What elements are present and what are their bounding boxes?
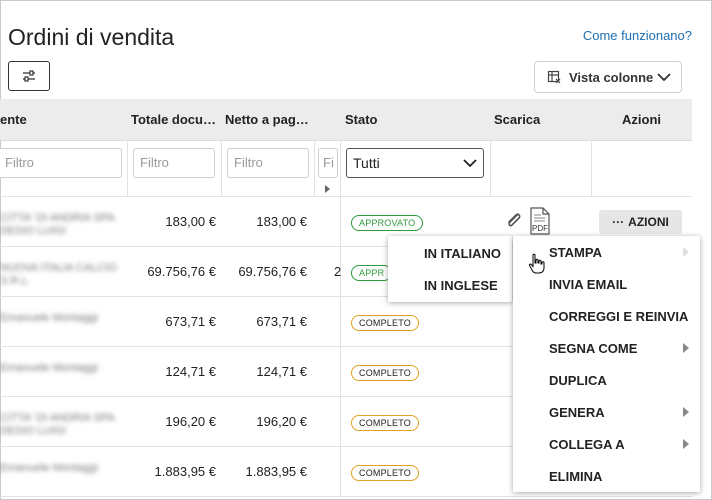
netto-a-pagare-value: 1.883,95 € bbox=[245, 464, 307, 479]
client-name: Emanuele Montaggi bbox=[0, 312, 98, 324]
chevron-right-icon bbox=[683, 247, 689, 257]
actions-button-label: AZIONI bbox=[628, 215, 669, 229]
chevron-down-icon bbox=[463, 159, 477, 168]
status-badge: COMPLETO bbox=[351, 465, 419, 481]
menu-item-collega-a[interactable]: COLLEGA A bbox=[513, 428, 700, 460]
sliders-icon bbox=[23, 70, 35, 82]
status-badge: APPROVATO bbox=[351, 215, 424, 231]
client-name: CITTA' DI ANDRIA SPA DESIO LUIGI bbox=[0, 412, 115, 437]
totale-documento-value: 673,71 € bbox=[165, 314, 216, 329]
menu-item-label: CORREGGI E REINVIA bbox=[549, 309, 689, 324]
menu-item-label: INVIA EMAIL bbox=[549, 277, 628, 292]
svg-text:PDF: PDF bbox=[532, 224, 548, 233]
menu-item-elimina[interactable]: ELIMINA bbox=[513, 460, 700, 492]
help-link[interactable]: Come funzionano? bbox=[583, 28, 692, 43]
menu-item-correggi-e-reinvia[interactable]: CORREGGI E REINVIA bbox=[513, 300, 700, 332]
status-badge: APPR bbox=[351, 265, 393, 281]
totale-documento-value: 196,20 € bbox=[165, 414, 216, 429]
header-scarica: Scarica bbox=[494, 112, 541, 127]
extra-filter-input[interactable]: Fi bbox=[318, 148, 338, 178]
column-view-button[interactable]: Vista colonne bbox=[534, 61, 682, 93]
status-badge: COMPLETO bbox=[351, 415, 419, 431]
header-totale-documento[interactable]: Totale docu… bbox=[131, 112, 216, 127]
totale-documento-value: 1.883,95 € bbox=[154, 464, 216, 479]
client-name: NUOVA ITALIA CALCIO S.R.L. bbox=[0, 262, 117, 287]
netto-a-pagare-value: 673,71 € bbox=[256, 314, 307, 329]
header-netto-a-pagare[interactable]: Netto a pag… bbox=[225, 112, 309, 127]
header-cliente[interactable]: ente bbox=[0, 112, 27, 127]
totale-filter-input[interactable]: Filtro bbox=[133, 148, 215, 178]
table-header: ente Totale docu… Netto a pag… Stato Sca… bbox=[0, 99, 692, 141]
menu-item-genera[interactable]: GENERA bbox=[513, 396, 700, 428]
netto-a-pagare-value: 183,00 € bbox=[256, 214, 307, 229]
header-stato[interactable]: Stato bbox=[345, 112, 378, 127]
print-italian-item[interactable]: IN ITALIANO bbox=[424, 246, 501, 261]
cliente-filter-input[interactable]: Filtro bbox=[0, 148, 122, 178]
menu-item-segna-come[interactable]: SEGNA COME bbox=[513, 332, 700, 364]
status-badge: COMPLETO bbox=[351, 315, 419, 331]
client-name: CITTA' DI ANDRIA SPA DESIO LUIGI bbox=[0, 212, 115, 237]
paperclip-icon[interactable] bbox=[504, 210, 524, 232]
print-english-item[interactable]: IN INGLESE bbox=[424, 278, 498, 293]
print-submenu: IN ITALIANO IN INGLESE bbox=[388, 236, 512, 302]
table-columns-icon bbox=[547, 70, 561, 84]
menu-item-label: ELIMINA bbox=[549, 469, 603, 484]
menu-item-label: STAMPA bbox=[549, 245, 602, 260]
menu-item-label: COLLEGA A bbox=[549, 437, 625, 452]
status-badge: COMPLETO bbox=[351, 365, 419, 381]
scroll-right-icon[interactable] bbox=[325, 185, 330, 193]
stato-filter-select[interactable]: Tutti bbox=[346, 148, 484, 178]
menu-item-label: DUPLICA bbox=[549, 373, 607, 388]
totale-documento-value: 124,71 € bbox=[165, 364, 216, 379]
pdf-icon[interactable]: PDF bbox=[528, 207, 552, 235]
menu-item-label: SEGNA COME bbox=[549, 341, 638, 356]
filter-toggle-button[interactable] bbox=[8, 61, 50, 91]
totale-documento-value: 69.756,76 € bbox=[147, 264, 216, 279]
menu-item-duplica[interactable]: DUPLICA bbox=[513, 364, 700, 396]
more-dots-icon: ··· bbox=[612, 215, 625, 229]
netto-a-pagare-value: 69.756,76 € bbox=[238, 264, 307, 279]
netto-a-pagare-value: 196,20 € bbox=[256, 414, 307, 429]
netto-filter-input[interactable]: Filtro bbox=[227, 148, 309, 178]
page-title: Ordini di vendita bbox=[8, 24, 175, 50]
extra-column-value: 2 bbox=[334, 264, 342, 279]
chevron-right-icon bbox=[683, 407, 689, 417]
stato-filter-value: Tutti bbox=[353, 155, 380, 171]
hand-cursor-icon bbox=[528, 253, 545, 274]
header-azioni: Azioni bbox=[622, 112, 661, 127]
chevron-down-icon bbox=[657, 73, 671, 82]
client-name: Emanuele Montaggi bbox=[0, 462, 98, 474]
chevron-right-icon bbox=[683, 343, 689, 353]
filter-row: Filtro Filtro Filtro Fi Tutti bbox=[0, 141, 692, 197]
netto-a-pagare-value: 124,71 € bbox=[256, 364, 307, 379]
chevron-right-icon bbox=[683, 439, 689, 449]
menu-item-label: GENERA bbox=[549, 405, 605, 420]
column-view-label: Vista colonne bbox=[569, 69, 654, 85]
client-name: Emanuele Montaggi bbox=[0, 362, 98, 374]
actions-button[interactable]: ··· AZIONI bbox=[599, 210, 682, 234]
totale-documento-value: 183,00 € bbox=[165, 214, 216, 229]
